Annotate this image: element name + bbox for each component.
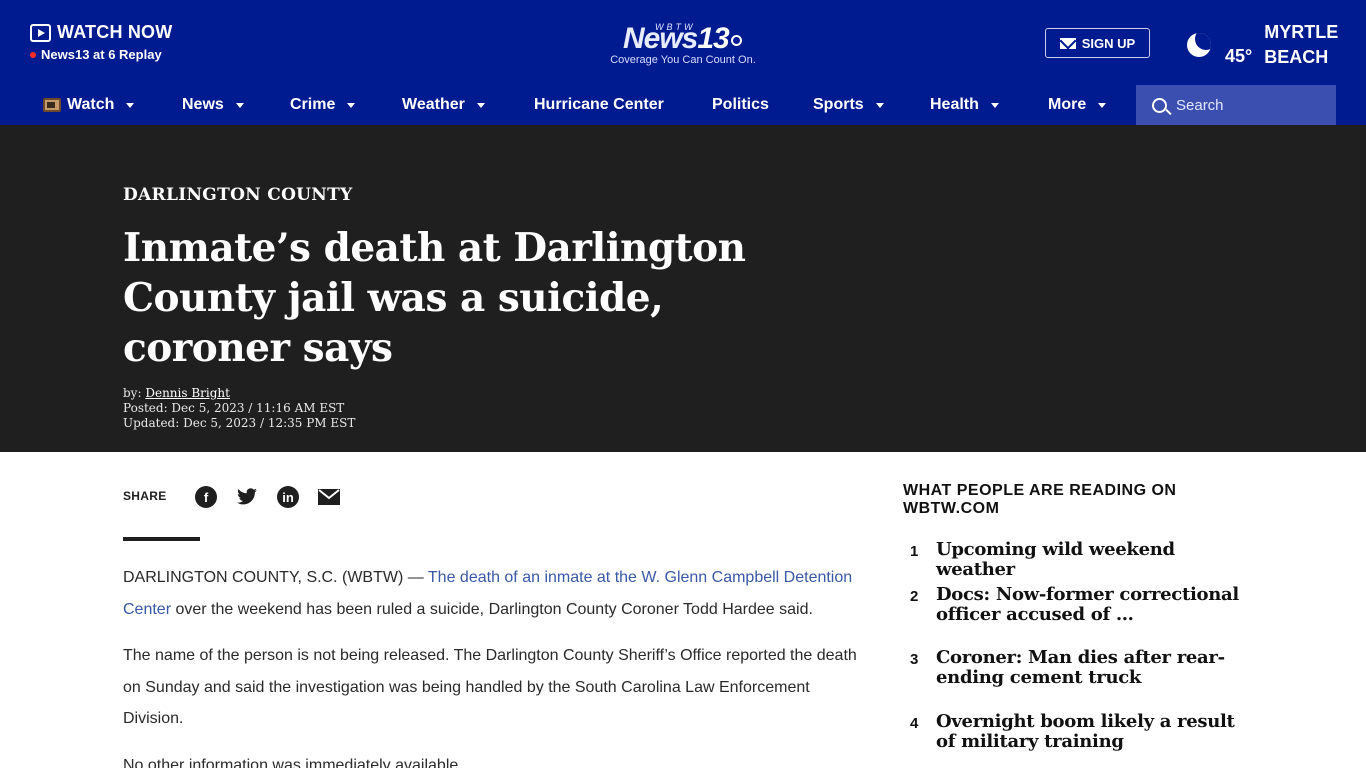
linkedin-icon[interactable]: in — [277, 486, 299, 508]
trending-item[interactable]: 4 Overnight boom likely a result of mili… — [910, 712, 1246, 752]
nav-sports[interactable]: Sports — [813, 85, 884, 125]
weather-city: MYRTLE BEACH — [1264, 22, 1339, 67]
trending-rank: 4 — [910, 715, 919, 732]
play-icon — [30, 23, 51, 42]
nav-hurricane-center-label: Hurricane Center — [534, 96, 664, 113]
trending-item[interactable]: 2 Docs: Now-former correctional officer … — [910, 585, 1246, 625]
byline: by: Dennis Bright Posted: Dec 5, 2023 / … — [123, 386, 355, 431]
sign-up-label: SIGN UP — [1081, 35, 1136, 51]
trending-rank: 1 — [910, 543, 919, 560]
sign-up-button[interactable]: SIGN UP — [1045, 28, 1150, 58]
nav-watch[interactable]: Watch — [43, 85, 135, 125]
site-logo[interactable]: WBTW News13 Coverage You Can Count On. — [607, 16, 759, 68]
logo-cbs-eye-icon — [730, 34, 742, 46]
chevron-down-icon — [235, 102, 244, 108]
nav-news-label: News — [182, 96, 224, 113]
article-paragraph: The name of the person is not being rele… — [123, 647, 857, 727]
author-link[interactable]: Dennis Bright — [145, 386, 230, 400]
nav-watch-label: Watch — [67, 96, 115, 113]
article-body: DARLINGTON COUNTY, S.C. (WBTW) — The dea… — [123, 562, 858, 768]
nav-politics[interactable]: Politics — [712, 85, 769, 125]
moon-icon — [1187, 33, 1211, 57]
nav-hurricane-center[interactable]: Hurricane Center — [534, 85, 664, 125]
nav-crime-label: Crime — [290, 96, 336, 113]
trending-item[interactable]: 3 Coroner: Man dies after rear-ending ce… — [910, 648, 1246, 688]
article-hero: DARLINGTON COUNTY Inmate’s death at Darl… — [0, 125, 1366, 452]
chevron-down-icon — [875, 102, 884, 108]
chevron-down-icon — [126, 102, 135, 108]
nav-more-label: More — [1048, 96, 1087, 113]
nav-weather-label: Weather — [402, 96, 465, 113]
article-paragraph: No other information was immediately ava… — [123, 756, 463, 768]
logo-tagline: Coverage You Can Count On. — [610, 54, 756, 66]
chevron-down-icon — [1098, 102, 1107, 108]
nav-crime[interactable]: Crime — [290, 85, 356, 125]
main-nav: Watch News Crime Weather Hurricane Cente… — [0, 85, 1366, 125]
nav-sports-label: Sports — [813, 96, 864, 113]
trending-heading: WHAT PEOPLE ARE READING ON WBTW.COM — [903, 482, 1177, 517]
search-box[interactable] — [1136, 85, 1336, 125]
search-input[interactable] — [1176, 96, 1326, 114]
trending-rank: 2 — [910, 588, 919, 605]
nav-weather[interactable]: Weather — [402, 85, 485, 125]
watch-now-label: WATCH NOW — [57, 22, 173, 42]
facebook-icon[interactable]: f — [195, 486, 217, 508]
trending-title[interactable]: Docs: Now-former correctional officer ac… — [936, 585, 1246, 625]
share-label: SHARE — [123, 489, 167, 503]
weather-temp: 45° — [1225, 45, 1253, 66]
article-headline: Inmate’s death at Darlington County jail… — [123, 225, 746, 371]
live-dot-icon — [30, 51, 36, 58]
weather-widget[interactable]: 45° MYRTLE BEACH — [1187, 20, 1338, 70]
chevron-down-icon — [347, 102, 356, 108]
trending-item[interactable]: 1 Upcoming wild weekend weather — [910, 540, 1246, 580]
nav-health[interactable]: Health — [930, 85, 999, 125]
replay-label: News13 at 6 Replay — [41, 47, 162, 62]
trending-title[interactable]: Upcoming wild weekend weather — [936, 540, 1246, 580]
email-icon[interactable] — [318, 486, 340, 508]
trending-title[interactable]: Coroner: Man dies after rear-ending ceme… — [936, 648, 1246, 688]
search-icon — [1152, 97, 1167, 113]
logo-brand: News13 — [623, 22, 742, 56]
nav-politics-label: Politics — [712, 96, 769, 113]
posted-date: Posted: Dec 5, 2023 / 11:16 AM EST — [123, 401, 345, 415]
chevron-down-icon — [990, 102, 999, 108]
article-paragraph: DARLINGTON COUNTY, S.C. (WBTW) — The dea… — [123, 569, 853, 618]
section-link[interactable]: DARLINGTON COUNTY — [123, 185, 353, 205]
watch-now-link[interactable]: WATCH NOW News13 at 6 Replay — [30, 22, 172, 62]
chevron-down-icon — [476, 102, 485, 108]
byline-prefix: by: — [123, 386, 142, 400]
trending-rank: 3 — [910, 651, 919, 668]
updated-date: Updated: Dec 5, 2023 / 12:35 PM EST — [123, 416, 356, 430]
nav-more[interactable]: More — [1048, 85, 1107, 125]
share-divider — [123, 537, 200, 541]
trending-title[interactable]: Overnight boom likely a result of milita… — [936, 712, 1246, 752]
twitter-icon[interactable] — [236, 486, 258, 508]
tv-icon — [43, 98, 61, 112]
envelope-icon — [1059, 37, 1076, 49]
site-header: WATCH NOW News13 at 6 Replay WBTW News13… — [0, 0, 1366, 85]
nav-news[interactable]: News — [182, 85, 244, 125]
nav-health-label: Health — [930, 96, 979, 113]
